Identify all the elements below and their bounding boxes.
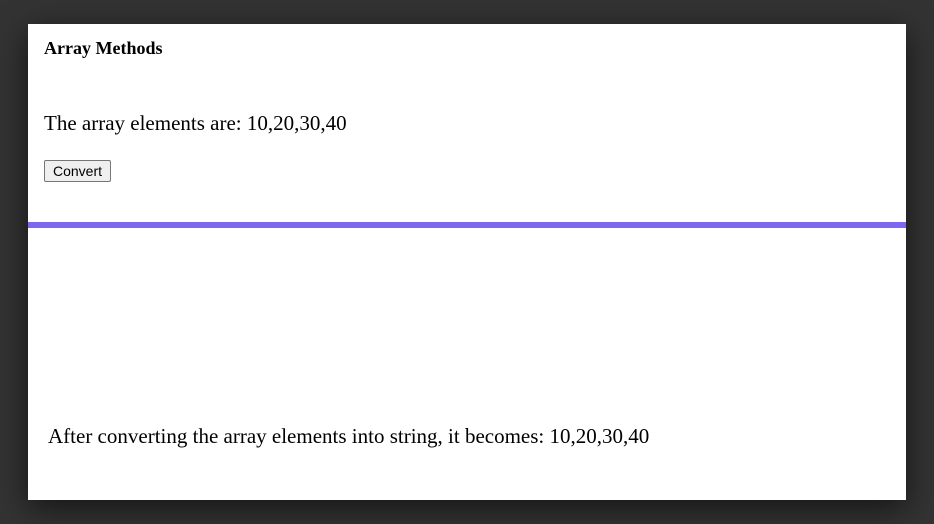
page-title: Array Methods	[28, 24, 906, 59]
button-wrapper: Convert	[28, 136, 906, 182]
page-container: Array Methods The array elements are: 10…	[28, 24, 906, 500]
array-elements-text: The array elements are: 10,20,30,40	[28, 59, 906, 136]
divider-segment-left	[28, 222, 467, 228]
result-text: After converting the array elements into…	[48, 424, 649, 449]
divider-segment-right	[467, 223, 906, 228]
convert-button[interactable]: Convert	[44, 160, 111, 182]
horizontal-divider	[28, 222, 906, 228]
